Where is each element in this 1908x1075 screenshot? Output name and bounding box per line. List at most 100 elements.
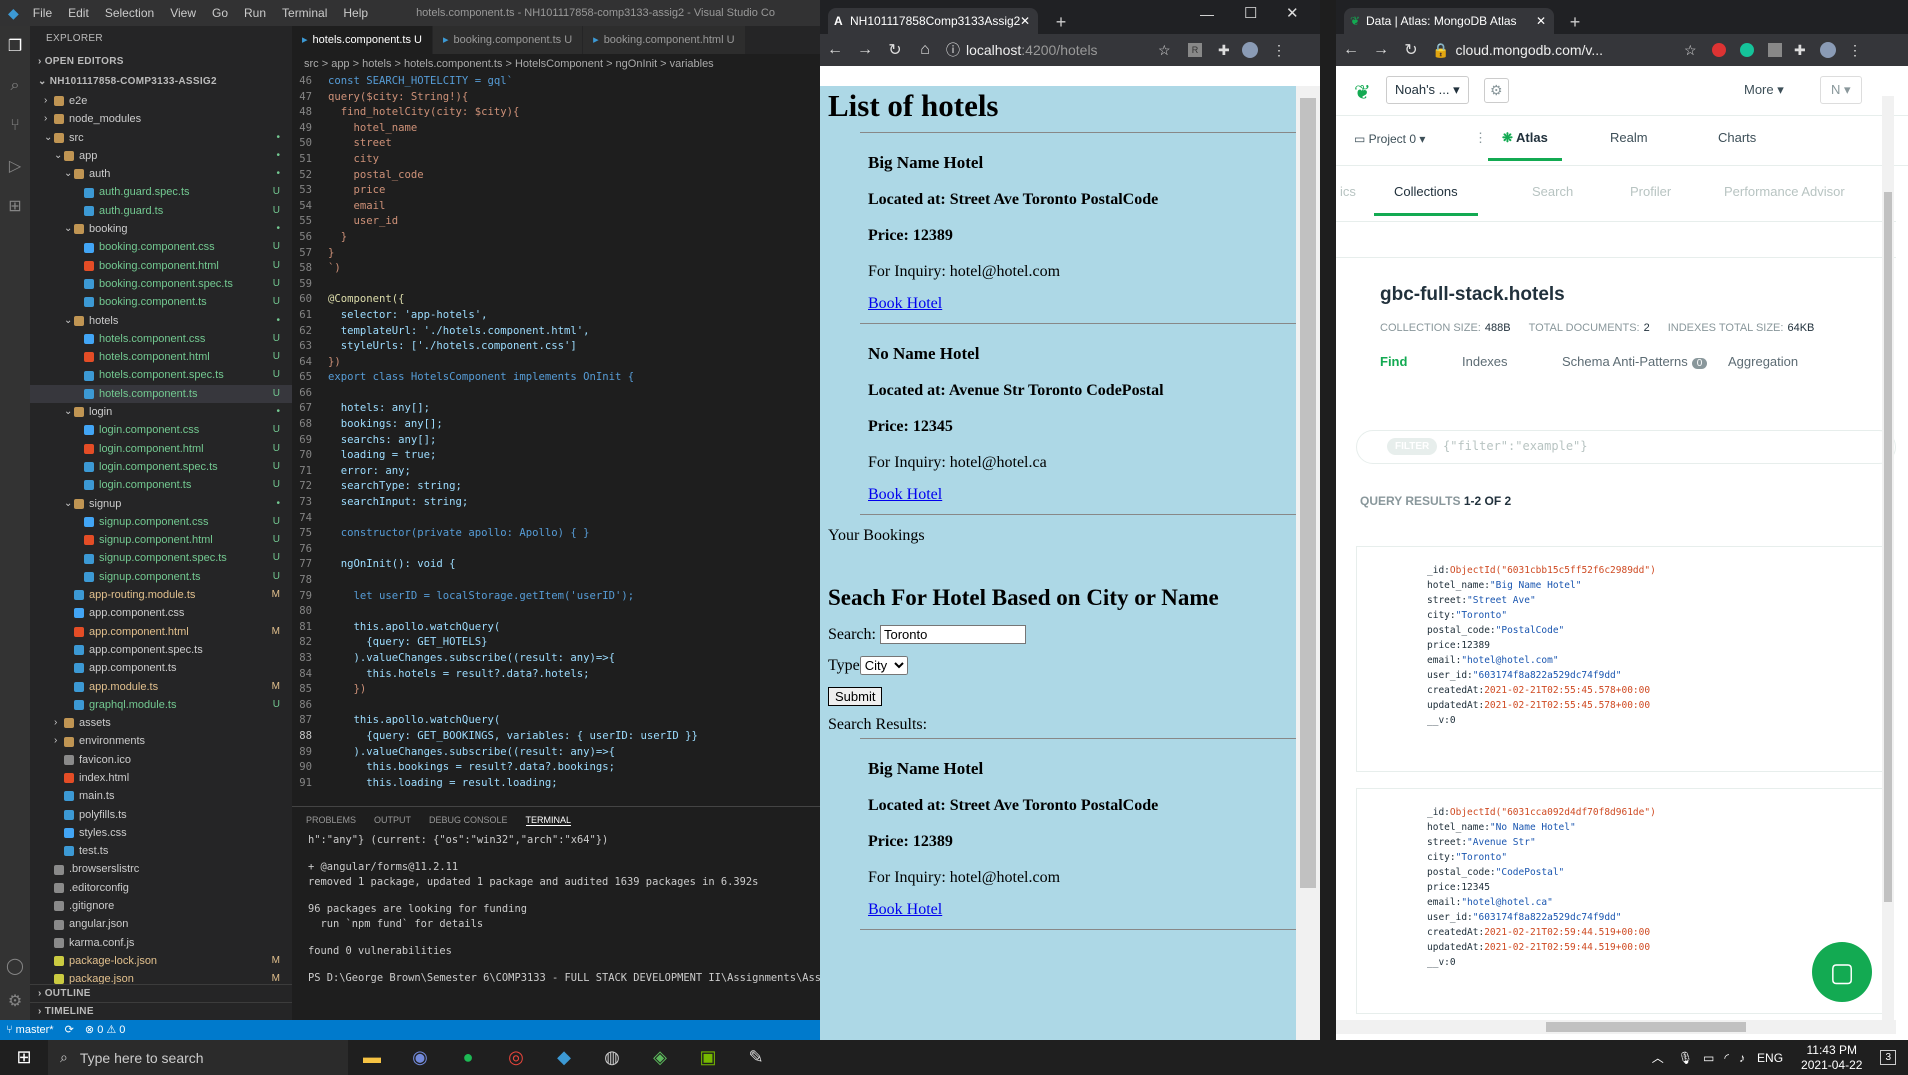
filter-input[interactable]: {"filter":"example"} (1443, 439, 1588, 453)
status-errors[interactable]: ⊗ 0 ⚠ 0 (85, 1024, 125, 1036)
org-selector[interactable]: Noah's ... ▾ (1386, 76, 1469, 104)
file-tree-item[interactable]: package-lock.json M (30, 952, 292, 970)
puzzle-extensions-icon[interactable]: ✚ (1794, 42, 1806, 59)
subnav-performance-advisor[interactable]: Performance Advisor (1724, 184, 1845, 199)
wifi-icon[interactable]: ◜ (1724, 1051, 1729, 1065)
file-tree-item[interactable]: auth.guard.spec.ts U (30, 183, 292, 201)
project-root[interactable]: ⌄ NH101117858-COMP3133-ASSIG2 (30, 72, 292, 92)
new-tab-icon[interactable]: + (1562, 12, 1588, 34)
nav-realm[interactable]: Realm (1610, 130, 1648, 145)
bookmark-star-icon[interactable]: ☆ (1684, 42, 1697, 59)
book-hotel-link[interactable]: Book Hotel (868, 901, 942, 919)
file-tree-item[interactable]: app-routing.module.ts M (30, 586, 292, 604)
org-settings-icon[interactable]: ⚙ (1484, 78, 1509, 103)
file-tree-item[interactable]: booking.component.html U (30, 257, 292, 275)
menu-edit[interactable]: Edit (68, 6, 89, 20)
project-menu-icon[interactable]: ⋮ (1474, 130, 1487, 146)
nav-charts[interactable]: Charts (1718, 130, 1756, 145)
file-tree-item[interactable]: ⌄ booking • (30, 220, 292, 238)
collection-tab-find[interactable]: Find (1380, 354, 1407, 369)
file-tree-item[interactable]: app.module.ts M (30, 678, 292, 696)
panel-tab-terminal[interactable]: TERMINAL (525, 815, 572, 826)
file-tree-item[interactable]: ⌄ src • (30, 129, 292, 147)
nvidia-icon[interactable]: ▣ (684, 1040, 732, 1075)
notification-icon[interactable]: 3 (1880, 1050, 1896, 1065)
file-tree-item[interactable]: › environments (30, 732, 292, 750)
explorer-icon[interactable]: ❐ (0, 26, 30, 66)
submit-button[interactable]: Submit (828, 687, 883, 706)
file-tree-item[interactable]: hotels.component.spec.ts U (30, 366, 292, 384)
file-tree-item[interactable]: app.component.html M (30, 623, 292, 641)
menu-run[interactable]: Run (244, 6, 266, 20)
file-tree-item[interactable]: polyfills.ts (30, 806, 292, 824)
forward-icon[interactable]: → (1366, 41, 1396, 59)
address-bar[interactable]: ⓘ localhost:4200/hotels (946, 38, 1098, 62)
reload-icon[interactable]: ↻ (1396, 40, 1426, 60)
settings-gear-icon[interactable]: ⚙ (0, 981, 30, 1021)
network-icon[interactable]: ▭ (1703, 1051, 1714, 1065)
file-tree-item[interactable]: booking.component.css U (30, 238, 292, 256)
browser-menu-icon[interactable]: ⋮ (1272, 42, 1286, 59)
file-tree-item[interactable]: signup.component.css U (30, 513, 292, 531)
search-icon[interactable]: ⌕ (0, 66, 30, 106)
tab-close-icon[interactable]: ✕ (1536, 8, 1546, 34)
microphone-icon[interactable]: 🎙 (1678, 1051, 1693, 1065)
file-tree-item[interactable]: graphql.module.ts U (30, 696, 292, 714)
search-input[interactable] (879, 625, 1026, 644)
outline-section[interactable]: › OUTLINE (30, 984, 292, 1002)
filter-bar[interactable]: FILTER {"filter":"example"} (1356, 430, 1896, 464)
file-tree-item[interactable]: ⌄ signup • (30, 495, 292, 513)
new-tab-icon[interactable]: + (1048, 12, 1074, 34)
collection-tab-schema-anti-patterns[interactable]: Schema Anti-Patterns 0 (1562, 354, 1708, 369)
file-tree-item[interactable]: › assets (30, 714, 292, 732)
collection-tab-aggregation[interactable]: Aggregation (1728, 354, 1798, 369)
editor-tab[interactable]: ▸ hotels.component.ts U (292, 26, 433, 54)
file-tree-item[interactable]: booking.component.ts U (30, 293, 292, 311)
file-explorer-icon[interactable]: ▬ (348, 1040, 396, 1075)
menu-help[interactable]: Help (343, 6, 368, 20)
windows-start-icon[interactable]: ⊞ (0, 1040, 48, 1075)
editor-tab[interactable]: ▸ booking.component.ts U (432, 26, 584, 54)
file-tree-item[interactable]: favicon.ico (30, 751, 292, 769)
document-card[interactable]: _id:ObjectId("6031cca092d4df70f8d961de")… (1356, 788, 1892, 1014)
panel-tab-problems[interactable]: PROBLEMS (306, 815, 356, 825)
file-tree-item[interactable]: signup.component.ts U (30, 568, 292, 586)
file-tree-item[interactable]: karma.conf.js (30, 934, 292, 952)
terminal-output[interactable]: h":"any"} (current: {"os":"win32","arch"… (292, 833, 840, 986)
file-tree-item[interactable]: signup.component.html U (30, 531, 292, 549)
bookmark-star-icon[interactable]: ☆ (1158, 42, 1171, 59)
tray-chevron-icon[interactable]: ︿ (1652, 1049, 1664, 1066)
maximize-icon[interactable]: ☐ (1244, 4, 1257, 22)
extension-icon[interactable]: R (1188, 43, 1202, 57)
document-card[interactable]: _id:ObjectId("6031cbb15c5ff52f6c2989dd")… (1356, 546, 1892, 772)
file-tree-item[interactable]: .gitignore (30, 897, 292, 915)
chat-support-button[interactable]: ▢ (1812, 942, 1872, 1002)
paint-icon[interactable]: ✎ (732, 1040, 780, 1075)
book-hotel-link[interactable]: Book Hotel (868, 295, 942, 313)
extension-red-icon[interactable] (1712, 43, 1726, 57)
file-tree-item[interactable]: › node_modules (30, 110, 292, 128)
file-tree-item[interactable]: .editorconfig (30, 879, 292, 897)
run-debug-icon[interactable]: ▷ (0, 146, 30, 186)
menu-view[interactable]: View (170, 6, 196, 20)
chrome-icon[interactable]: ◎ (492, 1040, 540, 1075)
atlas-scrollbar[interactable] (1882, 96, 1894, 1020)
type-select[interactable]: City (859, 656, 908, 675)
panel-tab-output[interactable]: OUTPUT (374, 815, 411, 825)
file-tree-item[interactable]: styles.css (30, 824, 292, 842)
volume-icon[interactable]: ♪ (1739, 1051, 1745, 1065)
collection-tab-indexes[interactable]: Indexes (1462, 354, 1508, 369)
back-icon[interactable]: ← (1336, 41, 1366, 59)
subnav-collections[interactable]: Collections (1374, 184, 1478, 216)
subnav-metrics[interactable]: ics (1340, 184, 1356, 199)
vscode-icon[interactable]: ◆ (540, 1040, 588, 1075)
file-tree-item[interactable]: booking.component.spec.ts U (30, 275, 292, 293)
timeline-section[interactable]: › TIMELINE (30, 1002, 292, 1020)
grammarly-icon[interactable] (1740, 43, 1754, 57)
file-tree-item[interactable]: login.component.html U (30, 440, 292, 458)
reload-icon[interactable]: ↻ (880, 40, 910, 60)
file-tree-item[interactable]: hotels.component.css U (30, 330, 292, 348)
file-tree-item[interactable]: login.component.spec.ts U (30, 458, 292, 476)
steam-icon[interactable]: ◍ (588, 1040, 636, 1075)
file-tree-item[interactable]: app.component.spec.ts (30, 641, 292, 659)
